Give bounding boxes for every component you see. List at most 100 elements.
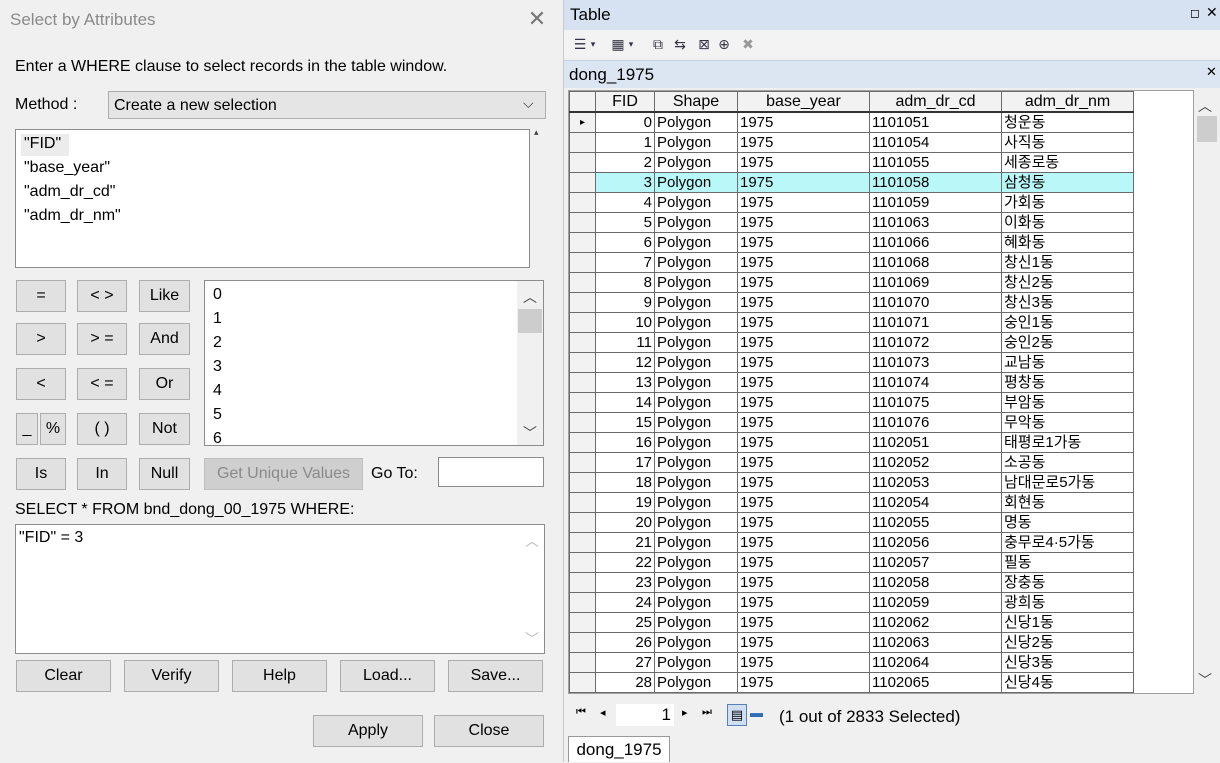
cell-adm-dr-cd[interactable]: 1101068 [869,252,1002,273]
cell-shape[interactable]: Polygon [654,412,738,433]
cell-adm-dr-nm[interactable]: 평창동 [1001,372,1134,393]
cell-adm-dr-cd[interactable]: 1101069 [869,272,1002,293]
row-selector[interactable] [569,392,596,413]
cell-fid[interactable]: 9 [595,292,655,313]
cell-adm-dr-cd[interactable]: 1102057 [869,552,1002,573]
chevron-up-icon[interactable]: ︿ [1195,96,1215,116]
apply-button[interactable]: Apply [313,715,423,747]
cell-adm-dr-cd[interactable]: 1102055 [869,512,1002,533]
cell-adm-dr-nm[interactable]: 가회동 [1001,192,1134,213]
restore-icon[interactable]: ◻ [1190,6,1200,20]
cell-base-year[interactable]: 1975 [737,652,870,673]
row-selector-header[interactable] [569,91,596,113]
fields-listbox[interactable]: "FID" "base_year" "adm_dr_cd" "adm_dr_nm… [15,129,530,268]
unique-value-item[interactable]: 5 [213,406,222,424]
cell-fid[interactable]: 11 [595,332,655,353]
cell-base-year[interactable]: 1975 [737,332,870,353]
delete-selected-icon[interactable]: ✖ [740,36,756,52]
cell-base-year[interactable]: 1975 [737,172,870,193]
cell-base-year[interactable]: 1975 [737,672,870,693]
cell-shape[interactable]: Polygon [654,272,738,293]
clear-selection-icon[interactable]: ⊠ [696,36,712,52]
cell-adm-dr-cd[interactable]: 1101051 [869,111,1002,133]
close-icon[interactable]: ✕ [526,8,548,30]
unique-value-item[interactable]: 4 [213,382,222,400]
cell-fid[interactable]: 5 [595,212,655,233]
row-selector[interactable] [569,212,596,233]
unique-value-item[interactable]: 6 [213,430,222,448]
cell-base-year[interactable]: 1975 [737,612,870,633]
table-vertical-scrollbar[interactable]: ︿ ﹀ [1195,90,1217,694]
cell-adm-dr-nm[interactable]: 무악동 [1001,412,1134,433]
cell-fid[interactable]: 16 [595,432,655,453]
table-row[interactable]: 28 Polygon 1975 1102065 신당4동 [569,672,1134,693]
cell-shape[interactable]: Polygon [654,652,738,673]
table-row[interactable]: 4 Polygon 1975 1101059 가회동 [569,192,1134,213]
unique-value-item[interactable]: 3 [213,358,222,376]
field-item-base-year[interactable]: "base_year" [24,159,110,177]
caret-down-icon[interactable]: ▾ [588,36,598,52]
current-record-field[interactable]: 1 [616,704,674,726]
cell-fid[interactable]: 18 [595,472,655,493]
is-button[interactable]: Is [16,458,66,490]
table-row[interactable]: 18 Polygon 1975 1102053 남대문로5가동 [569,472,1134,493]
cell-adm-dr-nm[interactable]: 숭인1동 [1001,312,1134,333]
cell-shape[interactable]: Polygon [654,312,738,333]
cell-base-year[interactable]: 1975 [737,152,870,173]
cell-base-year[interactable]: 1975 [737,592,870,613]
table-row[interactable]: 11 Polygon 1975 1101072 숭인2동 [569,332,1134,353]
table-row[interactable]: 6 Polygon 1975 1101066 혜화동 [569,232,1134,253]
cell-adm-dr-cd[interactable]: 1101066 [869,232,1002,253]
show-all-records-icon[interactable]: ▤ [727,704,747,726]
cell-adm-dr-nm[interactable]: 혜화동 [1001,232,1134,253]
column-header-shape[interactable]: Shape [654,91,738,113]
unique-value-item[interactable]: 1 [213,310,222,328]
row-selector[interactable] [569,532,596,553]
cell-adm-dr-cd[interactable]: 1101063 [869,212,1002,233]
row-selector[interactable] [569,132,596,153]
load-button[interactable]: Load... [340,660,435,692]
cell-fid[interactable]: 21 [595,532,655,553]
cell-fid[interactable]: 8 [595,272,655,293]
cell-base-year[interactable]: 1975 [737,392,870,413]
select-by-attributes-icon[interactable]: ⧉ [650,36,666,52]
cell-shape[interactable]: Polygon [654,192,738,213]
cell-fid[interactable]: 26 [595,632,655,653]
cell-shape[interactable]: Polygon [654,492,738,513]
table-row[interactable]: 22 Polygon 1975 1102057 필동 [569,552,1134,573]
row-selector[interactable] [569,572,596,593]
cell-adm-dr-nm[interactable]: 신당1동 [1001,612,1134,633]
cell-fid[interactable]: 4 [595,192,655,213]
table-row[interactable]: 27 Polygon 1975 1102064 신당3동 [569,652,1134,673]
cell-fid[interactable]: 0 [595,111,655,133]
cell-shape[interactable]: Polygon [654,212,738,233]
attribute-table-grid[interactable]: FID Shape base_year adm_dr_cd adm_dr_nm … [568,90,1194,694]
cell-adm-dr-cd[interactable]: 1102054 [869,492,1002,513]
cell-fid[interactable]: 14 [595,392,655,413]
cell-fid[interactable]: 2 [595,152,655,173]
expression-scrollbar[interactable]: ︿ ﹀ [520,525,544,653]
caret-down-icon[interactable]: ▾ [626,36,636,52]
chevron-down-icon[interactable]: ﹀ [520,629,544,649]
row-selector[interactable] [569,192,596,213]
cell-fid[interactable]: 27 [595,652,655,673]
table-row[interactable]: 17 Polygon 1975 1102052 소공동 [569,452,1134,473]
cell-fid[interactable]: 15 [595,412,655,433]
cell-adm-dr-nm[interactable]: 광희동 [1001,592,1134,613]
cell-shape[interactable]: Polygon [654,592,738,613]
unique-value-item[interactable]: 2 [213,334,222,352]
cell-shape[interactable]: Polygon [654,152,738,173]
row-selector[interactable] [569,372,596,393]
cell-base-year[interactable]: 1975 [737,572,870,593]
cell-fid[interactable]: 25 [595,612,655,633]
cell-shape[interactable]: Polygon [654,132,738,153]
null-button[interactable]: Null [139,458,190,490]
parentheses-button[interactable]: ( ) [77,413,127,445]
table-row[interactable]: 24 Polygon 1975 1102059 광희동 [569,592,1134,613]
cell-adm-dr-nm[interactable]: 숭인2동 [1001,332,1134,353]
column-header-adm-dr-nm[interactable]: adm_dr_nm [1001,91,1134,113]
table-row[interactable]: 25 Polygon 1975 1102062 신당1동 [569,612,1134,633]
table-row[interactable]: 3 Polygon 1975 1101058 삼청동 [569,172,1134,193]
cell-fid[interactable]: 1 [595,132,655,153]
cell-base-year[interactable]: 1975 [737,111,870,133]
